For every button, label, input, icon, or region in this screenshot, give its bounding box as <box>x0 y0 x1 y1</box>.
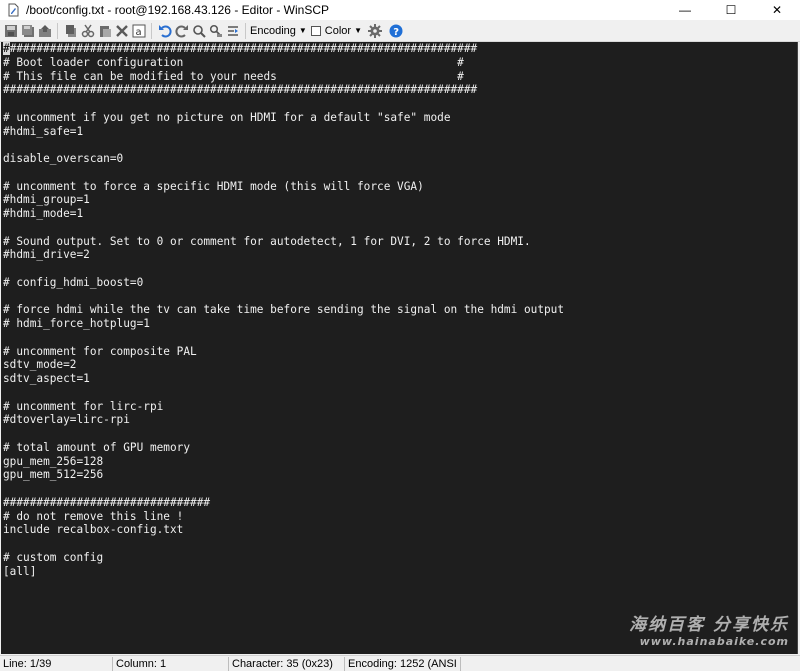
toolbar-separator <box>151 22 152 39</box>
editor-line[interactable] <box>3 262 564 276</box>
editor-line[interactable]: gpu_mem_512=256 <box>3 468 564 482</box>
status-bar: Line: 1/39 Column: 1 Character: 35 (0x23… <box>0 655 800 671</box>
editor-line[interactable]: [all] <box>3 565 564 579</box>
toolbar-separator <box>245 22 246 39</box>
cut-icon[interactable] <box>79 22 96 39</box>
editor-line[interactable]: # Boot loader configuration # <box>3 56 564 70</box>
select-all-icon[interactable]: a <box>130 22 147 39</box>
editor-line[interactable]: #dtoverlay=lirc-rpi <box>3 413 564 427</box>
status-column: Column: 1 <box>113 656 229 671</box>
watermark: 海纳百客 分享快乐 www.hainabaike.com <box>629 610 789 648</box>
editor-line[interactable]: # custom config <box>3 551 564 565</box>
undo-icon[interactable] <box>156 22 173 39</box>
editor-content[interactable]: ########################################… <box>3 42 564 578</box>
editor-line[interactable]: # do not remove this line ! <box>3 510 564 524</box>
save-all-icon[interactable] <box>19 22 36 39</box>
goto-line-icon[interactable] <box>224 22 241 39</box>
color-dropdown[interactable]: Color ▼ <box>310 24 363 37</box>
chevron-down-icon: ▼ <box>298 26 307 35</box>
delete-icon[interactable] <box>113 22 130 39</box>
editor-line[interactable]: # uncomment for composite PAL <box>3 345 564 359</box>
paste-icon[interactable] <box>96 22 113 39</box>
editor-line[interactable]: # Sound output. Set to 0 or comment for … <box>3 235 564 249</box>
editor-line[interactable]: ########################################… <box>3 42 564 56</box>
window-title: /boot/config.txt - root@192.168.43.126 -… <box>26 3 329 17</box>
status-empty <box>461 657 800 671</box>
editor-line[interactable] <box>3 97 564 111</box>
watermark-url: www.hainabaike.com <box>639 635 789 648</box>
maximize-button[interactable]: ☐ <box>708 0 754 20</box>
close-button[interactable]: ✕ <box>754 0 800 20</box>
help-icon[interactable]: ? <box>387 22 404 39</box>
copy-icon[interactable] <box>62 22 79 39</box>
editor-line[interactable]: # config_hdmi_boost=0 <box>3 276 564 290</box>
editor-line[interactable]: # uncomment to force a specific HDMI mod… <box>3 180 564 194</box>
text-cursor: # <box>3 42 10 55</box>
color-swatch-checkbox <box>310 25 321 36</box>
document-icon <box>6 3 20 17</box>
replace-icon[interactable] <box>207 22 224 39</box>
chevron-down-icon: ▼ <box>354 26 363 35</box>
status-character: Character: 35 (0x23) <box>229 656 345 671</box>
upload-icon[interactable] <box>36 22 53 39</box>
editor-line[interactable]: # total amount of GPU memory <box>3 441 564 455</box>
editor-line[interactable]: # This file can be modified to your need… <box>3 70 564 84</box>
color-label: Color <box>324 24 352 37</box>
editor-line[interactable] <box>3 166 564 180</box>
find-icon[interactable] <box>190 22 207 39</box>
save-icon[interactable] <box>2 22 19 39</box>
watermark-chinese: 海纳百客 分享快乐 <box>629 615 789 635</box>
status-line: Line: 1/39 <box>0 656 113 671</box>
editor-line[interactable]: #hdmi_safe=1 <box>3 125 564 139</box>
editor-line[interactable] <box>3 138 564 152</box>
editor-line[interactable]: gpu_mem_256=128 <box>3 455 564 469</box>
encoding-dropdown[interactable]: Encoding ▼ <box>250 25 307 37</box>
editor-line[interactable] <box>3 482 564 496</box>
editor-line[interactable]: # uncomment if you get no picture on HDM… <box>3 111 564 125</box>
title-bar: /boot/config.txt - root@192.168.43.126 -… <box>0 0 800 20</box>
svg-text:a: a <box>135 27 141 38</box>
gear-icon[interactable] <box>366 22 383 39</box>
editor-line[interactable]: sdtv_aspect=1 <box>3 372 564 386</box>
editor-line[interactable]: ########################################… <box>3 83 564 97</box>
help-glyph: ? <box>393 27 399 38</box>
editor-line[interactable] <box>3 221 564 235</box>
editor-line[interactable]: sdtv_mode=2 <box>3 358 564 372</box>
redo-icon[interactable] <box>173 22 190 39</box>
editor-line[interactable]: include recalbox-config.txt <box>3 523 564 537</box>
editor-line[interactable] <box>3 537 564 551</box>
editor-line[interactable] <box>3 290 564 304</box>
toolbar-separator <box>57 22 58 39</box>
editor-line[interactable]: disable_overscan=0 <box>3 152 564 166</box>
editor-line[interactable] <box>3 386 564 400</box>
editor-line[interactable] <box>3 331 564 345</box>
editor-line[interactable]: # uncomment for lirc-rpi <box>3 400 564 414</box>
editor-line[interactable] <box>3 427 564 441</box>
editor-line[interactable]: ############################### <box>3 496 564 510</box>
encoding-label: Encoding <box>250 24 296 37</box>
text-editor[interactable]: ########################################… <box>1 42 798 654</box>
editor-line[interactable]: #hdmi_mode=1 <box>3 207 564 221</box>
editor-line[interactable]: # hdmi_force_hotplug=1 <box>3 317 564 331</box>
minimize-button[interactable]: — <box>662 0 708 20</box>
toolbar: a Encoding ▼ Color ▼ ? <box>0 20 800 42</box>
status-encoding: Encoding: 1252 (ANSI - La <box>345 656 461 671</box>
editor-line[interactable]: # force hdmi while the tv can take time … <box>3 303 564 317</box>
editor-line[interactable]: #hdmi_drive=2 <box>3 248 564 262</box>
editor-line[interactable]: #hdmi_group=1 <box>3 193 564 207</box>
